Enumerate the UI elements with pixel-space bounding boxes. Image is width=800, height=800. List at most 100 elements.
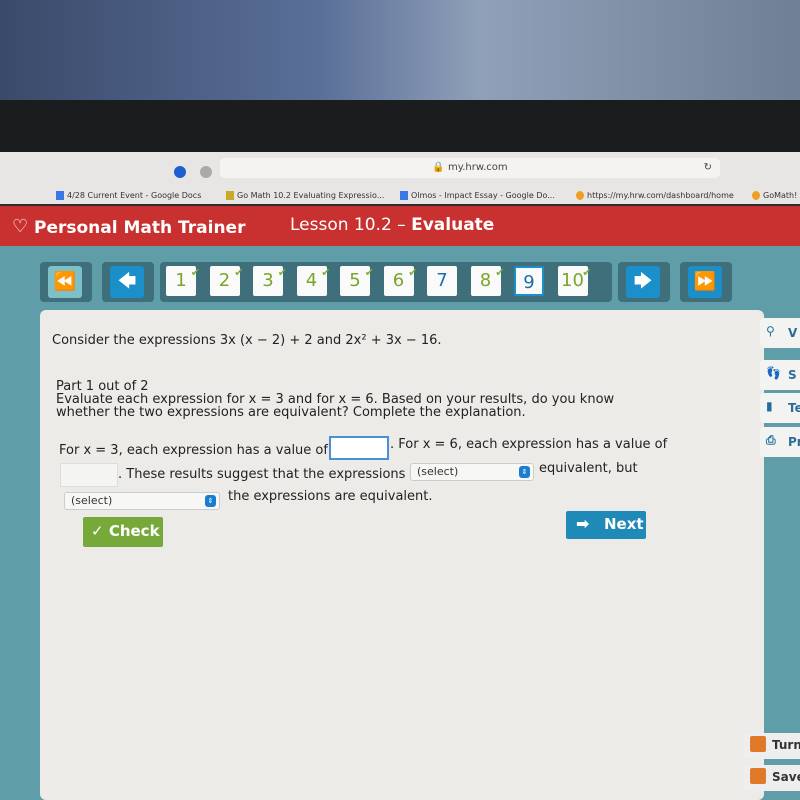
checkmark-icon: ✓ (91, 522, 104, 540)
question-button-2[interactable]: 2 ✔ (209, 266, 244, 296)
bookmark-olmos[interactable]: Olmos - Impact Essay - Google Do... (400, 191, 555, 200)
footprint-icon: 👣 (766, 366, 781, 380)
whistle-logo-icon: ♡ (12, 216, 29, 237)
app-logo-text: Personal Math Trainer (34, 218, 246, 238)
next-label: Next (604, 515, 644, 533)
question-panel (40, 310, 764, 800)
completed-check-icon: ✔ (277, 266, 287, 279)
check-button[interactable]: ✓ Check (83, 517, 163, 547)
bookmark-gomath[interactable]: GoMath! (752, 191, 797, 200)
completed-check-icon: ✔ (495, 266, 505, 279)
classroom-icon (226, 191, 234, 200)
site-icon (576, 191, 584, 200)
side-tool-label: V (788, 326, 798, 340)
question-number: 2 (218, 270, 231, 291)
bookmark-label: Go Math 10.2 Evaluating Expressio... (237, 191, 385, 200)
question-number: 1 (175, 270, 187, 291)
question-number: 5 (349, 270, 361, 291)
question-button-7[interactable]: 7 (427, 266, 457, 296)
question-button-1[interactable]: 1 ✔ (166, 266, 200, 296)
select-equivalence-2[interactable]: (select) ⇕ (64, 492, 220, 510)
turn-in-icon (750, 736, 766, 752)
sentence-part-4: equivalent, but (539, 461, 638, 476)
print-icon: ⎙ (766, 433, 776, 447)
site-icon (752, 191, 760, 200)
question-number: 8 (479, 270, 492, 291)
completed-check-icon: ✔ (582, 266, 592, 279)
select-value: (select) (71, 494, 113, 507)
question-button-4[interactable]: 4 ✔ (296, 266, 331, 296)
side-tool-label: S (788, 368, 797, 382)
save-button[interactable]: Save (744, 765, 800, 791)
url-text: my.hrw.com (447, 162, 508, 173)
background-photo (0, 0, 800, 115)
value-x6-input[interactable] (60, 463, 118, 487)
docs-icon (400, 191, 408, 200)
turn-in-button[interactable]: Turn (744, 733, 800, 759)
bookmark-current-event[interactable]: 4/28 Current Event - Google Docs (56, 191, 201, 200)
first-question-button[interactable]: ⏪ (48, 266, 82, 298)
side-tool-print[interactable]: ⎙ Pr (760, 427, 800, 457)
select-value: (select) (417, 465, 459, 478)
question-button-6[interactable]: 6 ✔ (383, 266, 418, 296)
instructions-line-2: whether the two expressions are equivale… (56, 405, 526, 420)
bookmark-dashboard[interactable]: https://my.hrw.com/dashboard/home (576, 191, 734, 200)
question-number: 10 (561, 270, 584, 291)
completed-check-icon: ✔ (190, 266, 200, 279)
prev-question-button[interactable]: 🡄 (110, 266, 144, 298)
lesson-name: Evaluate (411, 215, 495, 235)
shield-icon[interactable] (200, 166, 212, 178)
save-label: Save (772, 770, 800, 784)
next-question-button[interactable]: 🡆 (626, 266, 660, 298)
chevron-updown-icon: ⇕ (519, 466, 530, 478)
completed-check-icon: ✔ (364, 266, 374, 279)
bookmark-label: GoMath! (763, 191, 798, 200)
side-tool-textbook[interactable]: ▮ Te (760, 393, 800, 423)
turn-in-label: Turn (772, 738, 800, 752)
side-tool-step[interactable]: 👣 S (760, 360, 800, 390)
question-number: 4 (305, 270, 318, 291)
address-bar[interactable]: 🔒 my.hrw.com ↻ (220, 158, 720, 178)
completed-check-icon: ✔ (321, 266, 331, 279)
completed-check-icon: ✔ (408, 266, 418, 279)
lock-icon: 🔒 (432, 162, 445, 173)
side-tool-label: Te (788, 401, 800, 415)
sentence-part-5: the expressions are equivalent. (228, 489, 433, 504)
app-header: ♡ Personal Math Trainer Lesson 10.2 – Ev… (0, 206, 800, 246)
question-number: 6 (392, 270, 405, 291)
question-number: 3 (262, 270, 274, 291)
bookmark-label: https://my.hrw.com/dashboard/home (587, 191, 734, 200)
value-x3-input[interactable] (329, 436, 389, 460)
question-prompt: Consider the expressions 3x (x − 2) + 2 … (52, 333, 442, 348)
completed-check-icon: ✔ (234, 266, 244, 279)
bookmarks-bar: 4/28 Current Event - Google Docs Go Math… (0, 188, 800, 206)
video-icon: ⚲ (766, 324, 775, 338)
browser-toolbar: 🔒 my.hrw.com ↻ 4/28 Current Event - Googl… (0, 152, 800, 204)
question-button-8[interactable]: 8 ✔ (470, 266, 505, 296)
check-label: Check (108, 522, 160, 540)
sentence-part-3: . These results suggest that the express… (118, 467, 406, 482)
bookmark-go-math[interactable]: Go Math 10.2 Evaluating Expressio... (226, 191, 384, 200)
side-tool-label: Pr (788, 435, 800, 449)
question-number: 9 (523, 272, 535, 293)
arrow-right-icon: ➡ (576, 514, 590, 533)
bookmark-label: Olmos - Impact Essay - Google Do... (411, 191, 555, 200)
chevron-updown-icon: ⇕ (205, 495, 216, 507)
next-button[interactable]: ➡ Next (566, 511, 646, 539)
bookmark-label: 4/28 Current Event - Google Docs (67, 191, 202, 200)
question-button-5[interactable]: 5 ✔ (340, 266, 374, 296)
reload-icon[interactable]: ↻ (704, 158, 712, 178)
monitor-bezel (0, 100, 800, 160)
extension-icon[interactable] (174, 166, 186, 178)
question-button-3[interactable]: 3 ✔ (253, 266, 287, 296)
side-tool-video[interactable]: ⚲ V (760, 318, 800, 348)
last-question-button[interactable]: ⏩ (688, 266, 722, 298)
sentence-part-1: For x = 3, each expression has a value o… (59, 443, 328, 458)
question-button-9[interactable]: 9 (514, 266, 544, 296)
save-icon (750, 768, 766, 784)
select-equivalence-1[interactable]: (select) ⇕ (410, 463, 534, 481)
lesson-title: Lesson 10.2 – Evaluate (290, 215, 494, 235)
question-number: 7 (436, 270, 448, 291)
question-button-10[interactable]: 10 ✔ (557, 266, 592, 296)
book-icon: ▮ (766, 399, 773, 413)
